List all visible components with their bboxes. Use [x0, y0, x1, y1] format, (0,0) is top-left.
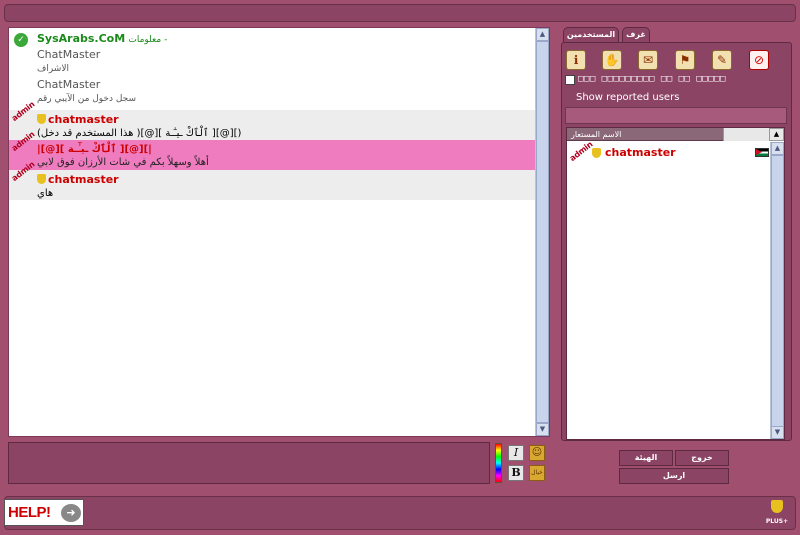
site-name: SysArabs.CoM: [37, 32, 126, 45]
info-line: ChatMaster: [37, 48, 101, 61]
check-icon: ✓: [14, 33, 28, 47]
filter-checkbox[interactable]: [565, 75, 575, 85]
help-button[interactable]: HELP! ➜: [4, 499, 84, 526]
arrow-right-icon: ➜: [61, 504, 81, 522]
bottom-bar: [4, 496, 796, 530]
sort-icon[interactable]: ▲: [769, 128, 784, 141]
flag-icon: [755, 148, 769, 157]
color-picker[interactable]: [495, 443, 502, 483]
ban-icon[interactable]: ⊘: [749, 50, 769, 70]
shield-icon: [37, 114, 46, 124]
shield-icon: [37, 174, 46, 184]
exit-button[interactable]: خروج: [675, 450, 729, 466]
filter-options: □□□ □□□□□□□□□ □□ □□ □□□□□: [578, 74, 726, 84]
message-row: admin chatmaster (هذا المستخدم قد دخل )[…: [9, 100, 535, 140]
smiley-icon[interactable]: ☺: [529, 445, 545, 461]
info-header: معلومات -: [128, 35, 168, 45]
send-button[interactable]: ارسل: [619, 468, 729, 484]
emoji-button[interactable]: خيال: [529, 465, 545, 481]
message-row: admin |[@][ ٱلْٱكْ ـيـٰٓـة ][@][| أهلاً …: [9, 130, 535, 170]
scroll-down-icon[interactable]: ▼: [536, 423, 549, 436]
info-line: ChatMaster: [37, 78, 101, 91]
info-line: الاشراف: [37, 64, 69, 74]
user-row[interactable]: admin chatmaster: [567, 140, 771, 163]
message-user[interactable]: |[@][ ٱلْٱكْ ـيـٰٓـة ][@][|: [37, 144, 152, 155]
admin-badge: admin: [568, 139, 595, 164]
chat-pane: ✓ SysArabs.CoM معلومات - ChatMaster الاش…: [8, 27, 550, 437]
users-list: الاسم المستعار ▲ admin chatmaster ▲ ▼: [566, 127, 785, 440]
message-list: ✓ SysArabs.CoM معلومات - ChatMaster الاش…: [9, 28, 535, 436]
help-label: HELP!: [8, 504, 51, 521]
users-header-col: [723, 128, 771, 141]
plus-label: PLUS+: [765, 518, 789, 525]
scroll-up-icon[interactable]: ▲: [536, 28, 549, 41]
info-icon[interactable]: ℹ: [566, 50, 586, 70]
user-search-input[interactable]: [565, 107, 787, 124]
shield-icon: [592, 148, 601, 158]
scroll-up-icon[interactable]: ▲: [771, 142, 784, 155]
scroll-thumb[interactable]: [536, 41, 549, 423]
users-header-label: الاسم المستعار: [571, 130, 622, 139]
scroll-thumb[interactable]: [771, 155, 784, 427]
show-reported-users[interactable]: Show reported users: [576, 92, 679, 103]
message-info: ✓ SysArabs.CoM معلومات - ChatMaster الاش…: [9, 28, 535, 110]
scroll-down-icon[interactable]: ▼: [771, 426, 784, 439]
message-text: أهلاً وسهلاً بكم في شات الأرزان فوق لابي: [37, 157, 209, 168]
tab-users[interactable]: المستخدمين: [563, 27, 619, 43]
ignore-icon[interactable]: ✋: [602, 50, 622, 70]
shield-icon: [771, 500, 783, 513]
tab-rooms[interactable]: غرف: [622, 27, 650, 43]
kick-icon[interactable]: ⚑: [675, 50, 695, 70]
plus-logo: PLUS+: [764, 500, 790, 526]
users-header: الاسم المستعار: [567, 128, 771, 141]
message-user[interactable]: chatmaster: [48, 113, 119, 126]
message-row: admin chatmaster هاي: [9, 160, 535, 200]
private-chat-icon[interactable]: ✉: [638, 50, 658, 70]
edit-icon[interactable]: ✎: [712, 50, 732, 70]
info-line: سجل دخول من الآيبي رقم: [37, 94, 137, 104]
bold-button[interactable]: B: [508, 465, 524, 481]
message-user[interactable]: chatmaster: [48, 173, 119, 186]
message-input[interactable]: [8, 442, 490, 484]
users-scrollbar[interactable]: ▲ ▼: [770, 142, 784, 439]
chat-scrollbar[interactable]: ▲ ▼: [535, 28, 549, 436]
italic-button[interactable]: I: [508, 445, 524, 461]
message-text: هاي: [37, 188, 54, 199]
user-name[interactable]: chatmaster: [605, 146, 676, 159]
message-text: (هذا المستخدم قد دخل )[@][ ٱلْٱكْ ـيـٰٓـ…: [37, 128, 242, 139]
status-button[interactable]: الهيئة: [619, 450, 673, 466]
top-bar: [4, 4, 796, 22]
